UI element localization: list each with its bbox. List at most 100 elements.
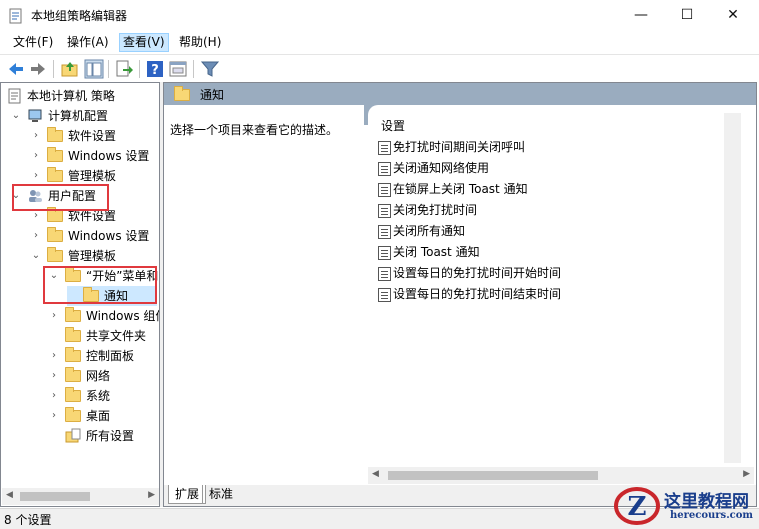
- folder-icon: [47, 207, 63, 222]
- chevron-down-icon[interactable]: ⌄: [11, 106, 21, 126]
- svg-text:Z: Z: [628, 492, 647, 522]
- tab-standard[interactable]: 标准: [202, 485, 239, 504]
- list-item-label: 在锁屏上关闭 Toast 通知: [393, 182, 528, 196]
- description-area: 选择一个项目来查看它的描述。: [164, 105, 368, 485]
- tree-label: 软件设置: [68, 129, 117, 143]
- tree-label: 网络: [86, 369, 111, 383]
- chevron-right-icon[interactable]: ›: [31, 126, 41, 146]
- list-item-label: 关闭通知网络使用: [393, 161, 490, 175]
- list-item[interactable]: 关闭免打扰时间: [378, 200, 477, 220]
- svg-text:?: ?: [151, 63, 159, 78]
- tree-label: 共享文件夹: [86, 329, 147, 343]
- scroll-right-icon[interactable]: ▶: [148, 490, 155, 500]
- scroll-right-icon[interactable]: ▶: [743, 469, 750, 479]
- chevron-right-icon[interactable]: ›: [49, 386, 59, 406]
- menu-help[interactable]: 帮助(H): [176, 33, 224, 52]
- scrollbar-thumb[interactable]: [20, 492, 90, 501]
- list-item[interactable]: 关闭所有通知: [378, 221, 465, 241]
- menu-action[interactable]: 操作(A): [64, 33, 112, 52]
- tree-label: 计算机配置: [48, 109, 109, 123]
- details-header-title: 通知: [200, 88, 225, 102]
- chevron-right-icon[interactable]: ›: [49, 406, 59, 426]
- folder-icon: [65, 327, 81, 342]
- policy-setting-icon: [378, 287, 391, 302]
- tree-label: 管理模板: [68, 249, 117, 263]
- list-item-label: 关闭所有通知: [393, 224, 466, 238]
- up-folder-icon[interactable]: [60, 59, 80, 79]
- list-item-label: 关闭 Toast 通知: [393, 245, 480, 259]
- close-button[interactable]: ✕: [710, 0, 756, 31]
- maximize-button[interactable]: ☐: [664, 0, 710, 31]
- scroll-left-icon[interactable]: ◀: [372, 469, 379, 479]
- policy-setting-icon: [378, 224, 391, 239]
- highlight-notifications: [43, 266, 157, 304]
- policy-setting-icon: [378, 203, 391, 218]
- chevron-right-icon[interactable]: ›: [49, 346, 59, 366]
- properties-icon[interactable]: [168, 59, 188, 79]
- details-pane: 通知 选择一个项目来查看它的描述。 设置 免打扰时间期间关闭呼叫 关闭通知网络使…: [163, 82, 757, 507]
- chevron-right-icon[interactable]: ›: [31, 226, 41, 246]
- tree-label: 本地计算机 策略: [27, 89, 115, 103]
- list-item[interactable]: 在锁屏上关闭 Toast 通知: [378, 179, 528, 199]
- policy-setting-icon: [378, 245, 391, 260]
- export-list-icon[interactable]: [114, 59, 134, 79]
- chevron-right-icon[interactable]: ›: [31, 146, 41, 166]
- folder-icon: [47, 227, 63, 242]
- watermark-url: herecours.com: [670, 510, 754, 521]
- list-item[interactable]: 关闭 Toast 通知: [378, 242, 480, 262]
- scrollbar-thumb[interactable]: [388, 471, 598, 480]
- back-icon[interactable]: [6, 59, 26, 79]
- folder-icon: [47, 247, 63, 262]
- menu-bar: 文件(F) 操作(A) 查看(V) 帮助(H): [0, 31, 759, 53]
- list-item-label: 免打扰时间期间关闭呼叫: [393, 140, 526, 154]
- watermark-logo-icon: Z: [614, 487, 660, 525]
- tab-extended[interactable]: 扩展: [168, 485, 207, 504]
- list-item[interactable]: 关闭通知网络使用: [378, 158, 489, 178]
- watermark-title: 这里教程网: [664, 492, 749, 512]
- status-text: 8 个设置: [4, 513, 52, 527]
- toolbar-separator: [53, 60, 54, 78]
- policy-setting-icon: [378, 182, 391, 197]
- details-header: 通知: [164, 83, 756, 105]
- toolbar-separator: [108, 60, 109, 78]
- menu-file[interactable]: 文件(F): [10, 33, 56, 52]
- tree-label: 所有设置: [86, 429, 135, 443]
- minimize-button[interactable]: —: [618, 0, 664, 31]
- list-item[interactable]: 设置每日的免打扰时间结束时间: [378, 284, 561, 304]
- scroll-left-icon[interactable]: ◀: [6, 490, 13, 500]
- list-item[interactable]: 免打扰时间期间关闭呼叫: [378, 137, 525, 157]
- toolbar-separator: [139, 60, 140, 78]
- chevron-down-icon[interactable]: ⌄: [31, 246, 41, 266]
- title-bar: 本地组策略编辑器 — ☐ ✕: [0, 0, 759, 31]
- tree-horizontal-scrollbar[interactable]: ◀ ▶: [2, 488, 159, 505]
- list-item-label: 关闭免打扰时间: [393, 203, 478, 217]
- chevron-right-icon[interactable]: ›: [31, 166, 41, 186]
- menu-view[interactable]: 查看(V): [119, 33, 169, 52]
- list-vertical-scrollbar[interactable]: [724, 113, 741, 463]
- chevron-right-icon[interactable]: ›: [49, 306, 59, 326]
- policy-setting-icon: [378, 266, 391, 281]
- folder-icon: [65, 307, 81, 322]
- tree-label: 桌面: [86, 409, 111, 423]
- list-item[interactable]: 设置每日的免打扰时间开始时间: [378, 263, 561, 283]
- folder-icon: [65, 387, 81, 402]
- show-hide-tree-icon[interactable]: [84, 59, 104, 79]
- forward-icon[interactable]: [28, 59, 48, 79]
- tree-label: Windows 组件: [86, 309, 160, 323]
- folder-icon: [47, 167, 63, 182]
- policy-setting-icon: [378, 161, 391, 176]
- folder-icon: [174, 86, 190, 101]
- folder-icon: [65, 367, 81, 382]
- policy-editor-app-icon: [9, 8, 22, 24]
- column-header-setting[interactable]: 设置: [381, 117, 405, 134]
- all-settings-icon: [65, 428, 81, 443]
- folder-icon: [47, 127, 63, 142]
- filter-icon[interactable]: [200, 59, 220, 79]
- folder-icon: [47, 147, 63, 162]
- tree-label: 管理模板: [68, 169, 117, 183]
- chevron-right-icon[interactable]: ›: [49, 366, 59, 386]
- tree-label: 系统: [86, 389, 111, 403]
- folder-icon: [65, 407, 81, 422]
- help-icon[interactable]: ?: [145, 59, 165, 79]
- list-horizontal-scrollbar[interactable]: ◀ ▶: [368, 467, 754, 484]
